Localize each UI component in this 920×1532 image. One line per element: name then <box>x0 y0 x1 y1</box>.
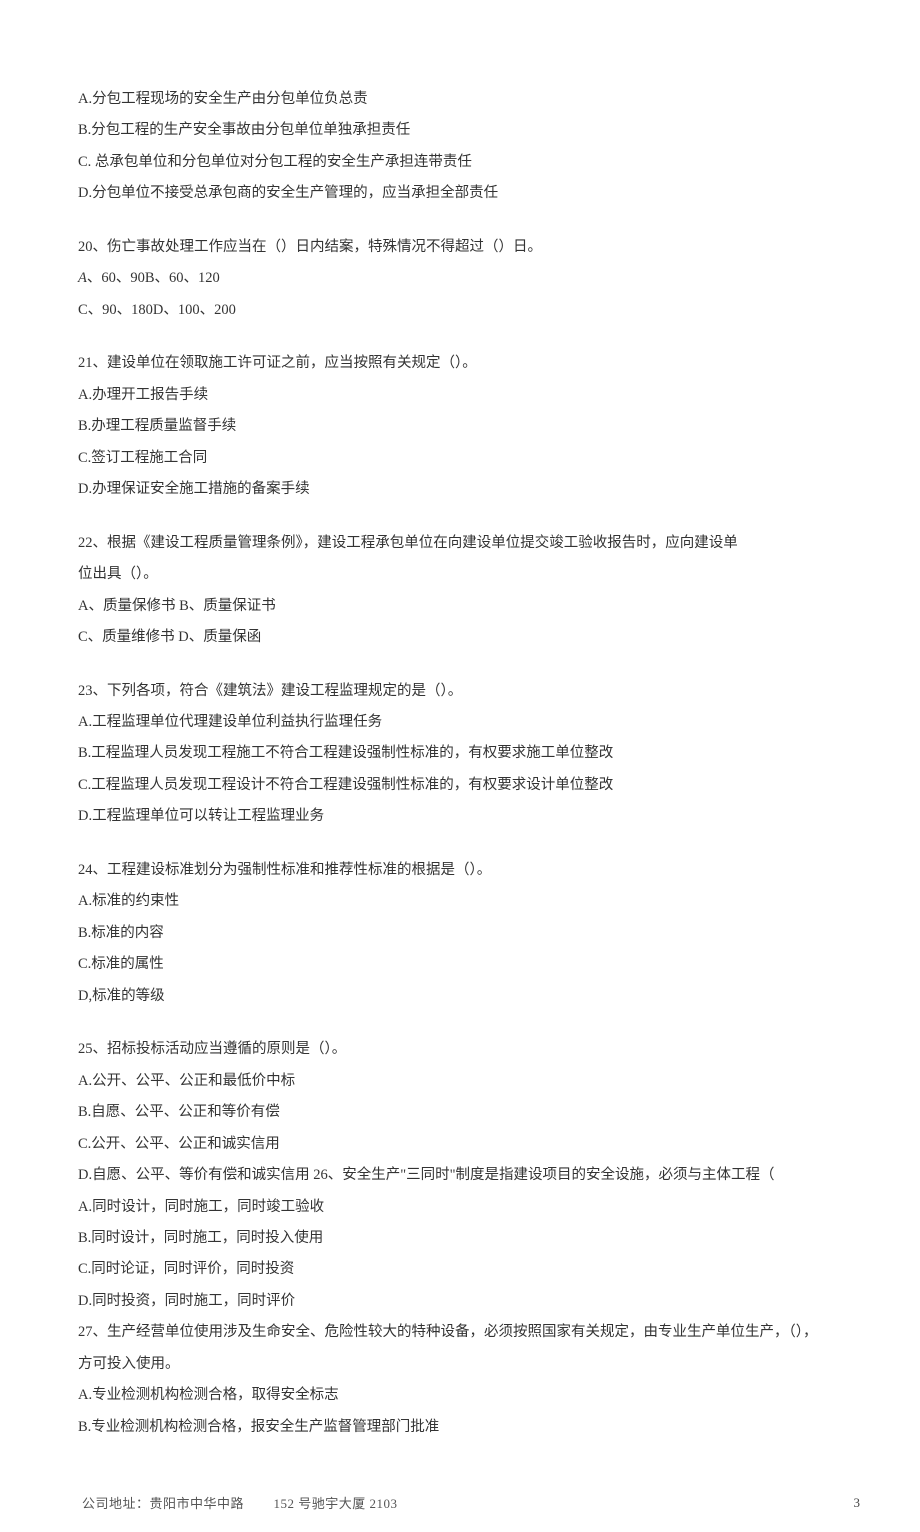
q26-option-d: D.同时投资，同时施工，同时评价 <box>78 1290 860 1312</box>
footer-address-part2: 152 号驰宇大厦 2103 <box>274 1493 398 1512</box>
q25-option-b: B.自愿、公平、公正和等价有偿 <box>78 1101 860 1123</box>
page-number: 3 <box>854 1495 861 1511</box>
footer-address: 公司地址：贵阳市中华中路 152 号驰宇大厦 2103 <box>82 1493 398 1512</box>
page-footer: 公司地址：贵阳市中华中路 152 号驰宇大厦 2103 3 <box>0 1477 920 1532</box>
q19-option-c: C. 总承包单位和分包单位对分包工程的安全生产承担连带责任 <box>78 151 860 173</box>
q27-stem-line2: 方可投入使用。 <box>78 1353 860 1375</box>
q24-option-a: A.标准的约束性 <box>78 890 860 912</box>
q22-options-row2: C、质量维修书 D、质量保函 <box>78 626 860 648</box>
q27-stem-line1: 27、生产经营单位使用涉及生命安全、危险性较大的特种设备，必须按照国家有关规定，… <box>78 1321 860 1343</box>
q26-option-a: A.同时设计，同时施工，同时竣工验收 <box>78 1196 860 1218</box>
q21-option-c: C.签订工程施工合同 <box>78 447 860 469</box>
q20-options-row1: A、60、90B、60、120 <box>78 267 860 289</box>
q20-stem: 20、伤亡事故处理工作应当在（）日内结案，特殊情况不得超过（）日。 <box>78 236 860 258</box>
q23-stem: 23、下列各项，符合《建筑法》建设工程监理规定的是（）。 <box>78 680 860 702</box>
q22-options-row1: A、质量保修书 B、质量保证书 <box>78 595 860 617</box>
q22-stem-line1: 22、根据《建设工程质量管理条例》，建设工程承包单位在向建设单位提交竣工验收报告… <box>78 532 860 554</box>
q23-option-c: C.工程监理人员发现工程设计不符合工程建设强制性标准的，有权要求设计单位整改 <box>78 774 860 796</box>
q21-stem: 21、建设单位在领取施工许可证之前，应当按照有关规定（）。 <box>78 352 860 374</box>
q21-option-a: A.办理开工报告手续 <box>78 384 860 406</box>
q19-option-d: D.分包单位不接受总承包商的安全生产管理的，应当承担全部责任 <box>78 182 860 204</box>
q23-option-d: D.工程监理单位可以转让工程监理业务 <box>78 805 860 827</box>
q25-option-c: C.公开、公平、公正和诚实信用 <box>78 1133 860 1155</box>
q25-option-d-and-q26-stem: D.自愿、公平、等价有偿和诚实信用 26、安全生产"三同时"制度是指建设项目的安… <box>78 1164 860 1186</box>
q27-option-b: B.专业检测机构检测合格，报安全生产监督管理部门批准 <box>78 1416 860 1438</box>
page-body: A.分包工程现场的安全生产由分包单位负总责 B.分包工程的生产安全事故由分包单位… <box>0 0 920 1477</box>
q24-option-c: C.标准的属性 <box>78 953 860 975</box>
q27-option-a: A.专业检测机构检测合格，取得安全标志 <box>78 1384 860 1406</box>
q24-stem: 24、工程建设标准划分为强制性标准和推荐性标准的根据是（）。 <box>78 859 860 881</box>
q24-option-b: B.标准的内容 <box>78 922 860 944</box>
q23-option-a: A.工程监理单位代理建设单位利益执行监理任务 <box>78 711 860 733</box>
q21-option-d: D.办理保证安全施工措施的备案手续 <box>78 478 860 500</box>
q22-stem-line2: 位出具（）。 <box>78 563 860 585</box>
q19-option-b: B.分包工程的生产安全事故由分包单位单独承担责任 <box>78 119 860 141</box>
q21-option-b: B.办理工程质量监督手续 <box>78 415 860 437</box>
q23-option-b: B.工程监理人员发现工程施工不符合工程建设强制性标准的，有权要求施工单位整改 <box>78 742 860 764</box>
footer-address-part1: 公司地址：贵阳市中华中路 <box>82 1493 244 1512</box>
q25-option-a: A.公开、公平、公正和最低价中标 <box>78 1070 860 1092</box>
q19-option-a: A.分包工程现场的安全生产由分包单位负总责 <box>78 88 860 110</box>
q24-option-d: D,标准的等级 <box>78 985 860 1007</box>
q26-option-b: B.同时设计，同时施工，同时投入使用 <box>78 1227 860 1249</box>
q20-row1-prefix: A <box>78 270 87 286</box>
q20-row1-rest: 、60、90B、60、120 <box>87 270 220 286</box>
q25-stem: 25、招标投标活动应当遵循的原则是（）。 <box>78 1038 860 1060</box>
q20-options-row2: C、90、180D、100、200 <box>78 299 860 321</box>
q26-option-c: C.同时论证，同时评价，同时投资 <box>78 1258 860 1280</box>
